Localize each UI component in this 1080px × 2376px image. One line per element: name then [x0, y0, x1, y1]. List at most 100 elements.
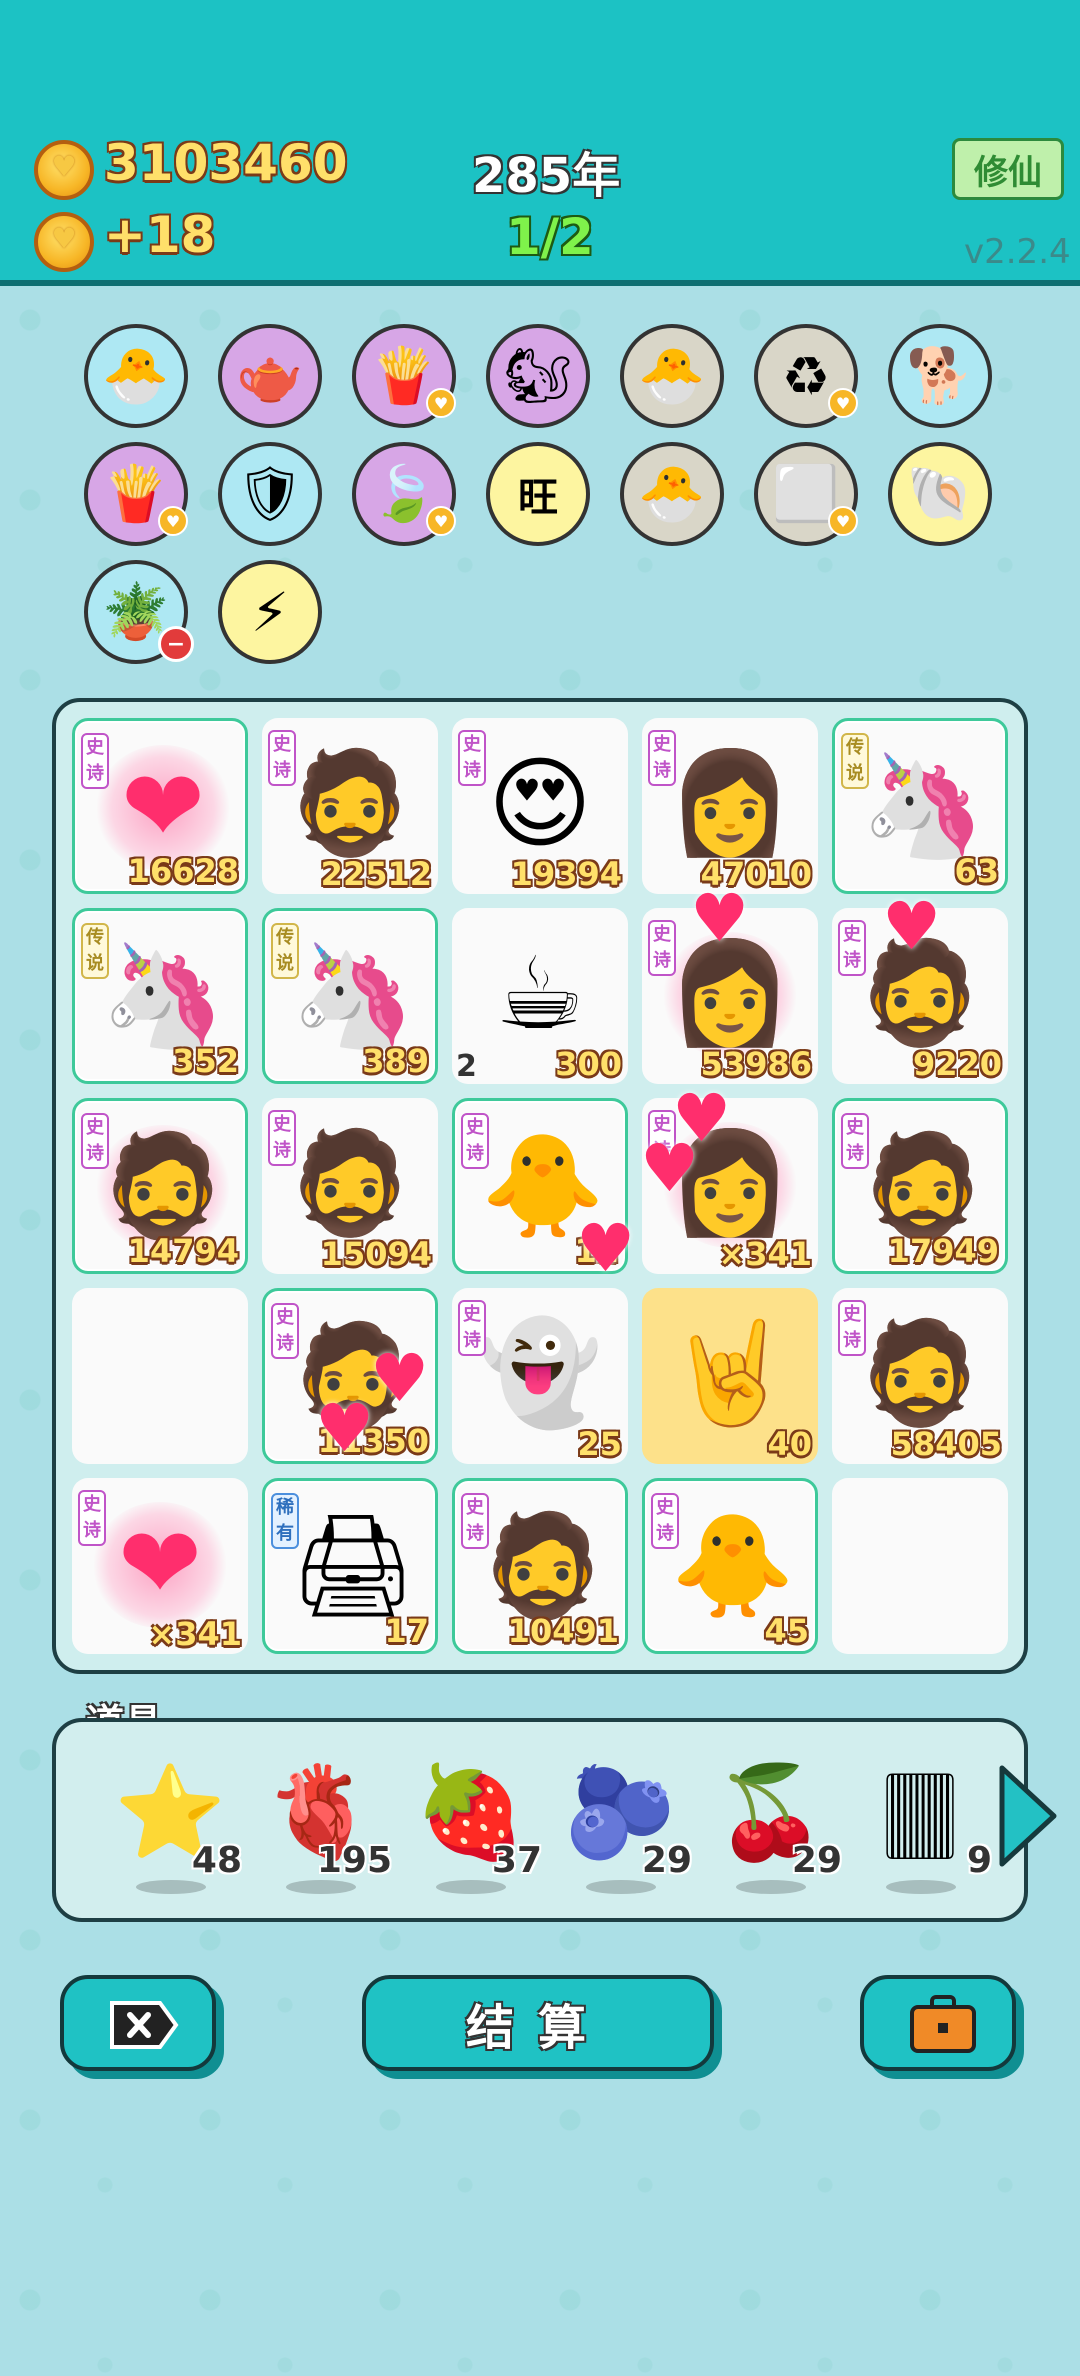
rare-cards-icon: 🀫 [884, 1759, 956, 1864]
rarity-tag: 史诗 [838, 1300, 866, 1356]
cell-count: 389 [362, 1042, 429, 1080]
cell-count: 63 [954, 852, 999, 890]
rarity-tag: 史诗 [268, 1110, 296, 1166]
cell-count: 53986 [700, 1045, 812, 1083]
cell-count: 19394 [510, 855, 622, 893]
sugar-cubes-icon[interactable]: ⬜ ♥ [754, 442, 858, 546]
cell-count: 352 [172, 1042, 239, 1080]
shell-icon[interactable]: 🐚 [888, 442, 992, 546]
shield-wrench-icon[interactable]: 🛡 [218, 442, 322, 546]
fries-icon[interactable]: 🍟 ♥ [352, 324, 456, 428]
rarity-tag: 史诗 [81, 733, 109, 789]
fries-icon[interactable]: 🍟 ♥ [84, 442, 188, 546]
board-cell[interactable]: 🧔 史诗 10491 [452, 1478, 628, 1654]
cell-count: 58405 [890, 1425, 1002, 1463]
board-cell[interactable]: 🧔 史诗 15094 [262, 1098, 438, 1274]
cell-count: 10491 [507, 1612, 619, 1650]
rarity-tag: 史诗 [838, 920, 866, 976]
floating-heart-icon: ♥ [690, 880, 750, 957]
xiuxian-button[interactable]: 修仙 [952, 138, 1064, 200]
rarity-tag: 史诗 [461, 1493, 489, 1549]
lightning-icon[interactable]: ⚡ [218, 560, 322, 664]
coin-rate-icon [34, 212, 94, 272]
rarity-tag: 传说 [81, 923, 109, 979]
chick-egg-icon[interactable]: 🐣 [620, 324, 724, 428]
tool-item[interactable]: 🀫 9 [862, 1759, 992, 1912]
cell-count: 25 [577, 1425, 622, 1463]
tool-count: 37 [491, 1840, 542, 1881]
briefcase-icon [910, 1995, 976, 2053]
heart-badge-icon: ♥ [426, 388, 456, 418]
cell-count: 40 [767, 1425, 812, 1463]
meerkats-icon[interactable]: 🐿 [486, 324, 590, 428]
board-cell[interactable]: 🦄 传说 389 [262, 908, 438, 1084]
gravy-boat-icon[interactable]: 🫖 [218, 324, 322, 428]
board-cell[interactable]: 🦄 传说 352 [72, 908, 248, 1084]
board-cell[interactable]: 🦄 传说 63 [832, 718, 1008, 894]
tool-shadow [436, 1880, 506, 1894]
floating-heart-icon: ♥ [576, 1210, 636, 1287]
tool-item[interactable]: 🍓 37 [412, 1760, 542, 1912]
empty-board-cell[interactable] [832, 1478, 1008, 1654]
tool-shadow [586, 1880, 656, 1894]
board-cell[interactable]: 🧔 史诗 58405 [832, 1288, 1008, 1464]
backpack-button[interactable] [860, 1975, 1016, 2071]
cell-count: 14794 [127, 1232, 239, 1270]
tool-item[interactable]: ⭐ 48 [112, 1760, 242, 1912]
board-cell[interactable]: ☕ 300 2 [452, 908, 628, 1084]
tool-item[interactable]: 🍒 29 [712, 1760, 842, 1912]
tool-shadow [736, 1880, 806, 1894]
rarity-tag: 史诗 [458, 730, 486, 786]
rarity-tag: 传说 [271, 923, 299, 979]
rarity-tag: 史诗 [78, 1490, 106, 1546]
tool-shadow [286, 1880, 356, 1894]
tool-count: 48 [191, 1840, 242, 1881]
board-cell[interactable]: 🧔 史诗 14794 [72, 1098, 248, 1274]
board-cell[interactable]: 🤘 40 [642, 1288, 818, 1464]
board-cell[interactable]: 🖨 稀有 17 [262, 1478, 438, 1654]
board-cell[interactable]: 👩 史诗 47010 [642, 718, 818, 894]
chick-egg-icon[interactable]: 🐣 [620, 442, 724, 546]
wang-icon[interactable]: 旺 [486, 442, 590, 546]
board-cell[interactable]: ❤ 史诗 ×341 [72, 1478, 248, 1654]
tool-count: 9 [966, 1840, 992, 1881]
cell-level: 2 [456, 1049, 477, 1084]
cell-count: 17 [384, 1612, 429, 1650]
stage-progress: 1/2 [506, 208, 594, 266]
close-tag-icon [110, 2001, 179, 2049]
heart-badge-icon: ♥ [426, 506, 456, 536]
tool-count: 195 [316, 1840, 392, 1881]
empty-board-cell[interactable] [72, 1288, 248, 1464]
scroll-right-arrow-icon[interactable] [994, 1762, 1060, 1870]
leaf-icon[interactable]: 🍃 ♥ [352, 442, 456, 546]
board-cell[interactable]: 👻 史诗 25 [452, 1288, 628, 1464]
tool-shadow [136, 1880, 206, 1894]
cell-count: ×341 [148, 1615, 242, 1653]
cell-count: ×341 [718, 1235, 812, 1273]
heart-badge-icon: ♥ [828, 388, 858, 418]
tools-panel: ⭐ 48 🫀 195 🍓 37 🫐 29 🍒 29 🀫 9 [52, 1718, 1028, 1922]
rarity-tag: 史诗 [841, 1113, 869, 1169]
settle-button[interactable]: 结算 [362, 1975, 714, 2071]
rarity-tag: 史诗 [461, 1113, 489, 1169]
chick-egg-icon[interactable]: 🐣 [84, 324, 188, 428]
board-cell[interactable]: ❤ 史诗 16628 [72, 718, 248, 894]
cell-count: 17949 [887, 1232, 999, 1270]
tool-item[interactable]: 🫀 195 [262, 1760, 392, 1912]
cell-count: 9220 [912, 1045, 1002, 1083]
recycle-icon[interactable]: ♻ ♥ [754, 324, 858, 428]
version-label: v2.2.4 [964, 232, 1071, 272]
rarity-tag: 史诗 [268, 730, 296, 786]
board-cell[interactable]: 🧔 史诗 17949 [832, 1098, 1008, 1274]
cell-count: 22512 [320, 855, 432, 893]
dog-icon[interactable]: 🐕 [888, 324, 992, 428]
flower-pot-icon[interactable]: 🪴 − [84, 560, 194, 664]
discard-button[interactable] [60, 1975, 216, 2071]
board-cell[interactable]: 🧔 史诗 22512 [262, 718, 438, 894]
board-cell[interactable]: 🐥 史诗 45 [642, 1478, 818, 1654]
board-cell[interactable]: 😍 史诗 19394 [452, 718, 628, 894]
tool-item[interactable]: 🫐 29 [562, 1760, 692, 1912]
heart-badge-icon: ♥ [158, 506, 188, 536]
tool-shadow [886, 1880, 956, 1894]
floating-heart-icon: ♥ [370, 1340, 430, 1417]
